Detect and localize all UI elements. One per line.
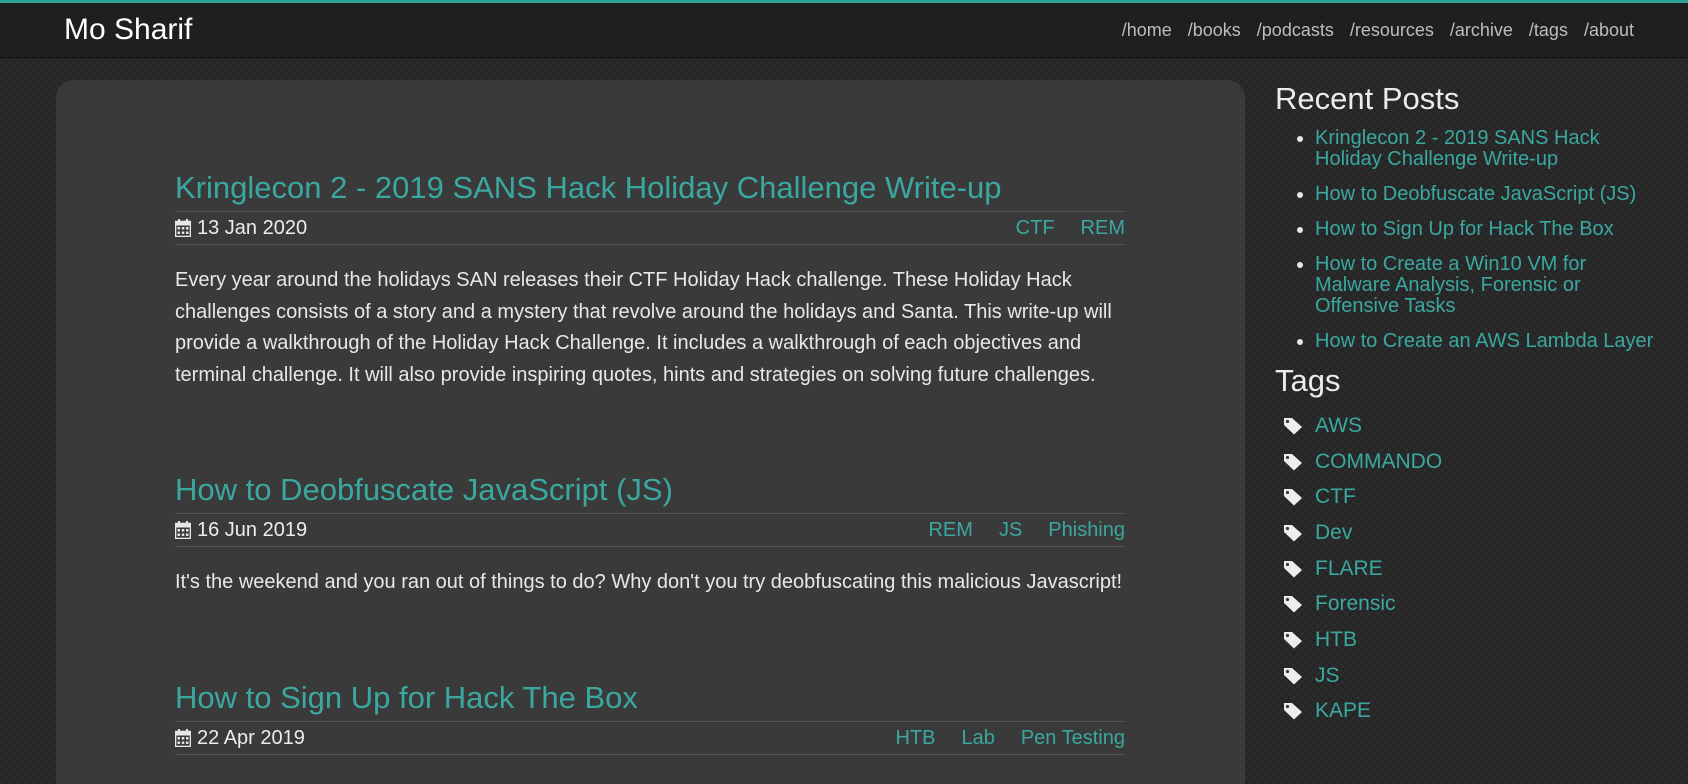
calendar-icon xyxy=(175,729,191,747)
post-item: How to Deobfuscate JavaScript (JS) 16 Ju… xyxy=(175,472,1125,599)
nav-link-home[interactable]: /home xyxy=(1122,20,1172,41)
list-item: Forensic xyxy=(1275,586,1655,622)
tag-icon xyxy=(1284,667,1302,685)
post-tag-link[interactable]: JS xyxy=(999,519,1022,542)
list-item: KAPE xyxy=(1275,694,1655,730)
list-item: COMMANDO xyxy=(1275,444,1655,480)
post-item: Kringlecon 2 - 2019 SANS Hack Holiday Ch… xyxy=(175,170,1125,391)
main-nav: /home /books /podcasts /resources /archi… xyxy=(1122,20,1634,41)
calendar-icon xyxy=(175,219,191,237)
list-item: How to Create an AWS Lambda Layer xyxy=(1315,331,1655,352)
nav-link-about[interactable]: /about xyxy=(1584,20,1634,41)
post-excerpt: It's the weekend and you ran out of thin… xyxy=(175,571,1123,593)
recent-posts-heading: Recent Posts xyxy=(1275,81,1460,116)
tag-link-js[interactable]: JS xyxy=(1315,664,1340,688)
post-title-link[interactable]: How to Deobfuscate JavaScript (JS) xyxy=(175,472,1125,508)
tag-icon xyxy=(1284,489,1302,506)
post-tag-link[interactable]: Pen Testing xyxy=(1021,727,1125,750)
nav-link-books[interactable]: /books xyxy=(1188,20,1241,41)
tag-link-ctf[interactable]: CTF xyxy=(1315,485,1356,509)
post-date-text: 22 Apr 2019 xyxy=(197,726,305,749)
tag-link-dev[interactable]: Dev xyxy=(1315,521,1352,545)
tag-icon xyxy=(1284,524,1302,542)
recent-post-link[interactable]: How to Create a Win10 VM for Malware Ana… xyxy=(1315,253,1586,317)
list-item: Dev xyxy=(1275,515,1655,551)
tag-link-forensic[interactable]: Forensic xyxy=(1315,592,1396,616)
list-item: How to Create a Win10 VM for Malware Ana… xyxy=(1315,254,1655,317)
top-navbar: Mo Sharif /home /books /podcasts /resour… xyxy=(0,0,1688,58)
tag-icon xyxy=(1284,417,1302,435)
list-item: How to Deobfuscate JavaScript (JS) xyxy=(1315,184,1655,205)
tag-icon xyxy=(1284,560,1302,578)
tag-link-htb[interactable]: HTB xyxy=(1315,628,1357,652)
recent-posts-list: Kringlecon 2 - 2019 SANS Hack Holiday Ch… xyxy=(1275,128,1655,352)
recent-post-link[interactable]: How to Deobfuscate JavaScript (JS) xyxy=(1315,183,1636,205)
tag-icon xyxy=(1284,596,1302,613)
tag-icon xyxy=(1284,453,1302,471)
post-list-card: Kringlecon 2 - 2019 SANS Hack Holiday Ch… xyxy=(56,80,1245,784)
tag-link-kape[interactable]: KAPE xyxy=(1315,699,1371,723)
post-title-link[interactable]: Kringlecon 2 - 2019 SANS Hack Holiday Ch… xyxy=(175,170,1125,206)
post-tags: CTF REM xyxy=(1016,217,1125,240)
post-title-link[interactable]: How to Sign Up for Hack The Box xyxy=(175,680,1125,716)
post-tags: REM JS Phishing xyxy=(928,519,1125,542)
tag-icon xyxy=(1284,703,1302,720)
calendar-icon xyxy=(175,521,191,539)
site-brand-link[interactable]: Mo Sharif xyxy=(64,13,192,47)
list-item: JS xyxy=(1275,658,1655,694)
list-item: FLARE xyxy=(1275,551,1655,587)
post-tag-link[interactable]: HTB xyxy=(895,727,935,750)
post-tags: HTB Lab Pen Testing xyxy=(895,727,1125,750)
nav-link-resources[interactable]: /resources xyxy=(1350,20,1434,41)
post-tag-link[interactable]: CTF xyxy=(1016,217,1055,240)
post-tag-link[interactable]: REM xyxy=(1081,217,1125,240)
list-item: Kringlecon 2 - 2019 SANS Hack Holiday Ch… xyxy=(1315,128,1655,170)
tag-link-flare[interactable]: FLARE xyxy=(1315,557,1383,581)
list-item: CTF xyxy=(1275,479,1655,515)
list-item: HTB xyxy=(1275,622,1655,658)
post-tag-link[interactable]: Phishing xyxy=(1048,519,1125,542)
recent-post-link[interactable]: How to Create an AWS Lambda Layer xyxy=(1315,330,1653,352)
tag-list: AWS COMMANDO CTF Dev FLARE Forensic HTB xyxy=(1275,408,1655,729)
nav-link-tags[interactable]: /tags xyxy=(1529,20,1568,41)
tag-link-commando[interactable]: COMMANDO xyxy=(1315,450,1442,474)
post-excerpt: Every year around the holidays SAN relea… xyxy=(175,269,1112,386)
post-meta: 22 Apr 2019 HTB Lab Pen Testing xyxy=(175,721,1125,755)
recent-post-link[interactable]: Kringlecon 2 - 2019 SANS Hack Holiday Ch… xyxy=(1315,127,1600,170)
post-date: 13 Jan 2020 xyxy=(175,217,307,240)
post-item: How to Sign Up for Hack The Box 22 Apr 2… xyxy=(175,680,1125,755)
tag-link-aws[interactable]: AWS xyxy=(1315,414,1362,438)
nav-link-podcasts[interactable]: /podcasts xyxy=(1257,20,1334,41)
recent-post-link[interactable]: How to Sign Up for Hack The Box xyxy=(1315,218,1614,240)
post-meta: 16 Jun 2019 REM JS Phishing xyxy=(175,513,1125,547)
post-tag-link[interactable]: REM xyxy=(928,519,972,542)
nav-link-archive[interactable]: /archive xyxy=(1450,20,1513,41)
list-item: AWS xyxy=(1275,408,1655,444)
post-date-text: 13 Jan 2020 xyxy=(197,216,308,239)
post-date-text: 16 Jun 2019 xyxy=(197,518,308,541)
post-date: 22 Apr 2019 xyxy=(175,727,305,750)
tag-icon xyxy=(1284,631,1302,649)
post-date: 16 Jun 2019 xyxy=(175,519,307,542)
list-item: How to Sign Up for Hack The Box xyxy=(1315,219,1655,240)
post-tag-link[interactable]: Lab xyxy=(961,727,994,750)
post-meta: 13 Jan 2020 CTF REM xyxy=(175,211,1125,245)
tags-heading: Tags xyxy=(1275,363,1341,398)
sidebar: Recent Posts Kringlecon 2 - 2019 SANS Ha… xyxy=(1275,80,1655,729)
